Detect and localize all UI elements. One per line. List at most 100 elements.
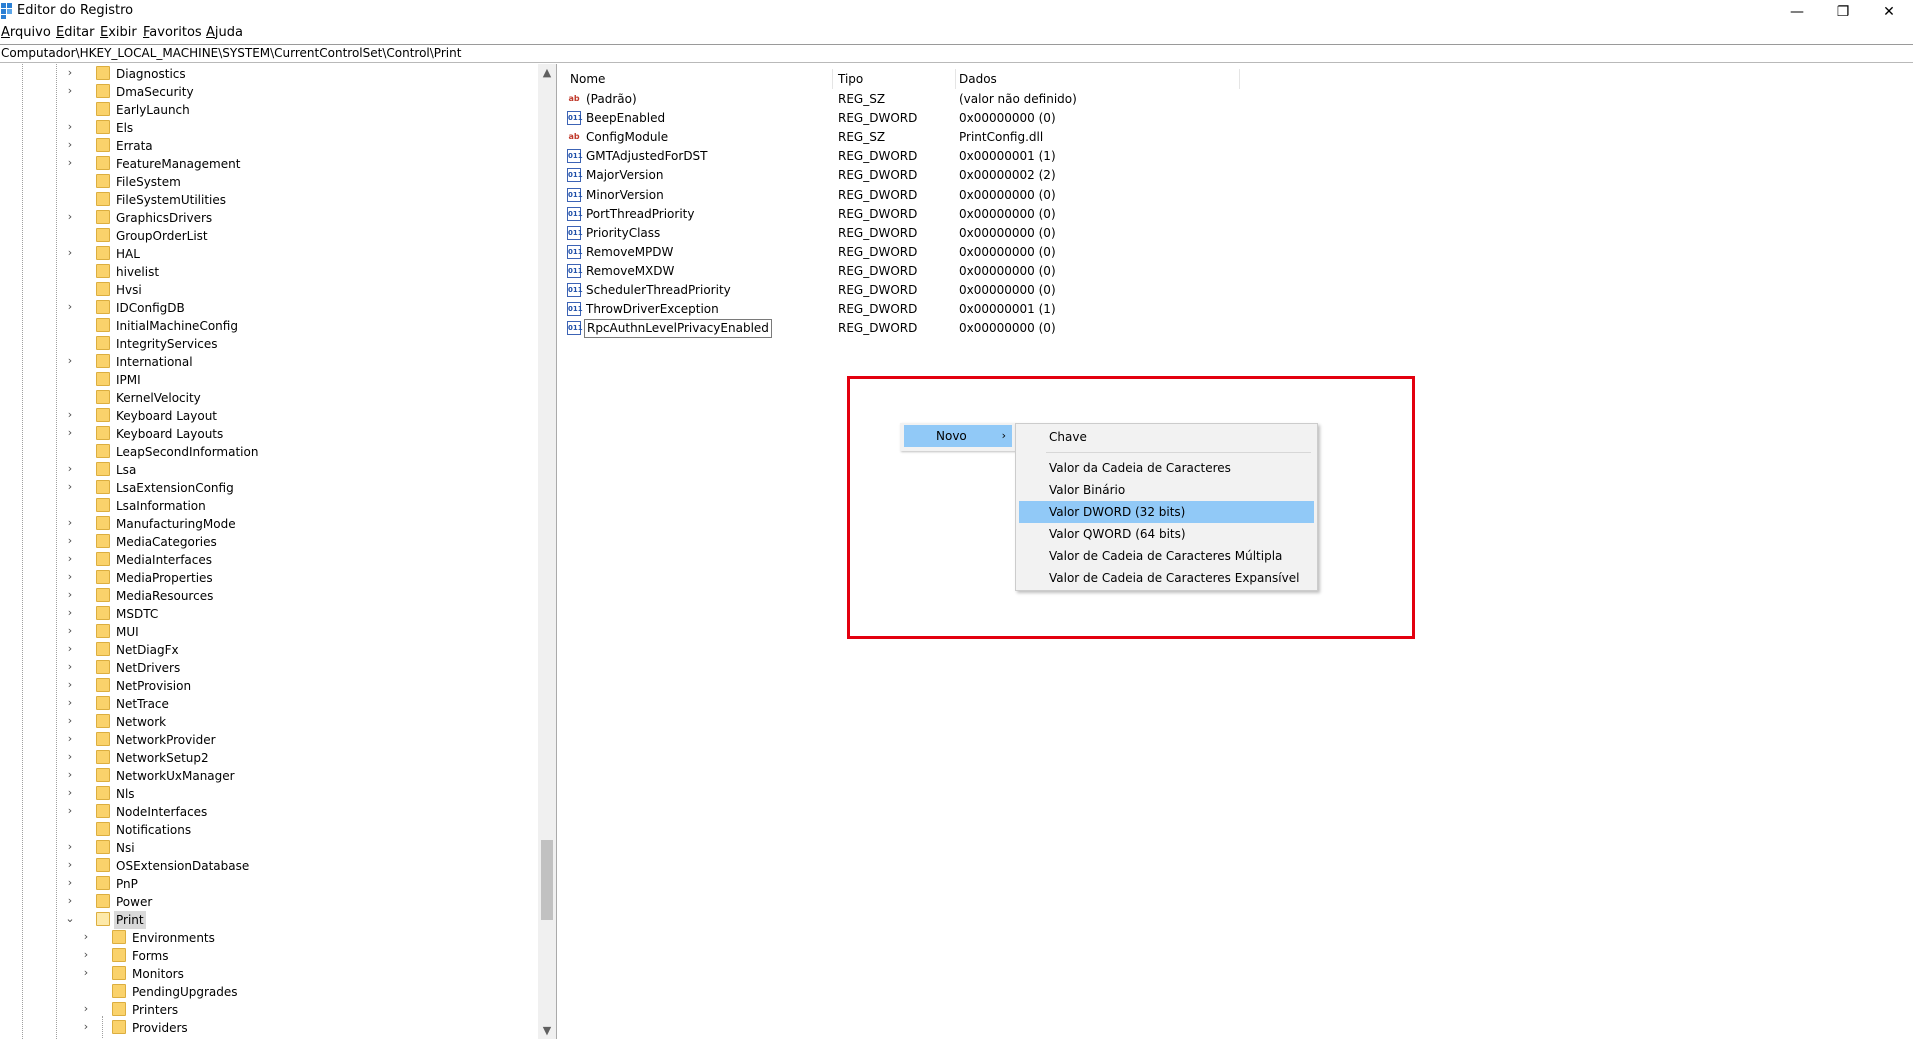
tree-item[interactable]: › FeatureManagement <box>0 155 530 173</box>
scroll-up-arrow-icon[interactable]: ▲ <box>538 64 556 81</box>
chevron-right-icon[interactable]: › <box>64 840 76 854</box>
tree-item[interactable]: › Els <box>0 119 530 137</box>
tree-item[interactable]: › Nls <box>0 785 530 803</box>
tree-item[interactable]: › MediaInterfaces <box>0 551 530 569</box>
tree-item[interactable]: › NetworkSetup2 <box>0 749 530 767</box>
chevron-right-icon[interactable]: › <box>64 624 76 638</box>
tree-item[interactable]: › MUI <box>0 623 530 641</box>
tree-item[interactable]: › Monitors <box>0 965 530 983</box>
value-row[interactable]: 011 SchedulerThreadPriority REG_DWORD 0x000… <box>563 281 1263 300</box>
column-divider[interactable] <box>955 69 956 89</box>
chevron-right-icon[interactable]: › <box>64 408 76 422</box>
value-row[interactable]: 011 PriorityClass REG_DWORD 0x00000000 (0) <box>563 224 1263 243</box>
chevron-right-icon[interactable]: › <box>64 138 76 152</box>
tree-item[interactable]: › IDConfigDB <box>0 299 530 317</box>
tree-item[interactable]: ⌄ Print <box>0 911 530 929</box>
submenu-item-qword-value[interactable]: Valor QWORD (64 bits) <box>1019 523 1314 545</box>
column-header-type[interactable]: Tipo <box>838 68 863 90</box>
value-row[interactable]: 011 RpcAuthnLevelPrivacyEnabled REG_DWORD 0… <box>563 319 1263 339</box>
chevron-right-icon[interactable]: › <box>64 858 76 872</box>
value-row[interactable]: ab ConfigModule REG_SZ PrintConfig.dll <box>563 128 1263 147</box>
submenu-item-dword-value[interactable]: Valor DWORD (32 bits) <box>1019 501 1314 523</box>
scroll-thumb[interactable] <box>541 840 553 920</box>
menu-arquivo[interactable]: Arquivo <box>1 25 51 40</box>
chevron-right-icon[interactable]: › <box>64 516 76 530</box>
menu-favoritos[interactable]: Favoritos <box>143 25 202 40</box>
chevron-right-icon[interactable]: › <box>64 246 76 260</box>
value-name-edit-field[interactable]: RpcAuthnLevelPrivacyEnabled <box>584 319 772 339</box>
chevron-right-icon[interactable]: › <box>64 732 76 746</box>
column-header-name[interactable]: Nome <box>570 68 605 90</box>
chevron-right-icon[interactable]: › <box>80 1002 92 1016</box>
close-button[interactable]: ✕ <box>1866 0 1912 24</box>
tree-item[interactable]: LsaInformation <box>0 497 530 515</box>
menu-editar[interactable]: Editar <box>56 25 95 40</box>
chevron-right-icon[interactable]: › <box>64 660 76 674</box>
column-divider[interactable] <box>832 69 833 89</box>
tree-item[interactable]: IntegrityServices <box>0 335 530 353</box>
value-row[interactable]: 011 BeepEnabled REG_DWORD 0x00000000 (0) <box>563 109 1263 128</box>
context-menu-item-novo[interactable]: Novo › <box>904 425 1012 447</box>
submenu-item-chave[interactable]: Chave <box>1019 426 1314 448</box>
minimize-button[interactable]: — <box>1774 0 1820 24</box>
chevron-down-icon[interactable]: ⌄ <box>64 912 76 926</box>
tree-item[interactable]: FileSystem <box>0 173 530 191</box>
tree-item[interactable]: › NodeInterfaces <box>0 803 530 821</box>
value-row[interactable]: ab (Padrão) REG_SZ (valor não definido) <box>563 90 1263 109</box>
tree-item[interactable]: InitialMachineConfig <box>0 317 530 335</box>
tree-item[interactable]: › ManufacturingMode <box>0 515 530 533</box>
chevron-right-icon[interactable]: › <box>64 894 76 908</box>
tree-item[interactable]: › PnP <box>0 875 530 893</box>
submenu-item-binary-value[interactable]: Valor Binário <box>1019 479 1314 501</box>
tree-item[interactable]: Hvsi <box>0 281 530 299</box>
tree-item[interactable]: PendingUpgrades <box>0 983 530 1001</box>
column-header-data[interactable]: Dados <box>959 68 997 90</box>
tree-item[interactable]: › Providers <box>0 1019 530 1037</box>
tree-item[interactable]: Notifications <box>0 821 530 839</box>
tree-item[interactable]: › NetDiagFx <box>0 641 530 659</box>
tree-item[interactable]: › Errata <box>0 137 530 155</box>
tree-item[interactable]: › NetworkUxManager <box>0 767 530 785</box>
value-row[interactable]: 011 ThrowDriverException REG_DWORD 0x000000… <box>563 300 1263 319</box>
chevron-right-icon[interactable]: › <box>64 480 76 494</box>
chevron-right-icon[interactable]: › <box>64 426 76 440</box>
tree-item[interactable]: › MediaResources <box>0 587 530 605</box>
chevron-right-icon[interactable]: › <box>64 120 76 134</box>
chevron-right-icon[interactable]: › <box>80 1020 92 1034</box>
chevron-right-icon[interactable]: › <box>64 210 76 224</box>
chevron-right-icon[interactable]: › <box>64 642 76 656</box>
tree-item[interactable]: › Nsi <box>0 839 530 857</box>
tree-item[interactable]: LeapSecondInformation <box>0 443 530 461</box>
value-row[interactable]: 011 MajorVersion REG_DWORD 0x00000002 (2) <box>563 166 1263 185</box>
tree-item[interactable]: › DmaSecurity <box>0 83 530 101</box>
value-row[interactable]: 011 GMTAdjustedForDST REG_DWORD 0x00000001 … <box>563 147 1263 166</box>
tree-item[interactable]: FileSystemUtilities <box>0 191 530 209</box>
tree-item[interactable]: › OSExtensionDatabase <box>0 857 530 875</box>
tree-item[interactable]: › NetTrace <box>0 695 530 713</box>
tree-item[interactable]: › MediaProperties <box>0 569 530 587</box>
tree-item[interactable]: › Power <box>0 893 530 911</box>
tree-item[interactable]: › MSDTC <box>0 605 530 623</box>
tree-item[interactable]: › LsaExtensionConfig <box>0 479 530 497</box>
tree-item[interactable]: › GraphicsDrivers <box>0 209 530 227</box>
chevron-right-icon[interactable]: › <box>64 156 76 170</box>
tree-item[interactable]: › International <box>0 353 530 371</box>
restore-button[interactable]: ❐ <box>1820 0 1866 24</box>
tree-item[interactable]: KernelVelocity <box>0 389 530 407</box>
value-row[interactable]: 011 RemoveMPDW REG_DWORD 0x00000000 (0) <box>563 243 1263 262</box>
chevron-right-icon[interactable]: › <box>64 876 76 890</box>
tree-item[interactable]: hivelist <box>0 263 530 281</box>
tree-item[interactable]: › Environments <box>0 929 530 947</box>
tree-item[interactable]: IPMI <box>0 371 530 389</box>
tree-item[interactable]: › MediaCategories <box>0 533 530 551</box>
tree-item[interactable]: › NetProvision <box>0 677 530 695</box>
chevron-right-icon[interactable]: › <box>80 966 92 980</box>
submenu-item-expandable-string-value[interactable]: Valor de Cadeia de Caracteres Expansível <box>1019 567 1314 589</box>
scroll-down-arrow-icon[interactable]: ▼ <box>538 1022 556 1039</box>
submenu-item-string-value[interactable]: Valor da Cadeia de Caracteres <box>1019 457 1314 479</box>
chevron-right-icon[interactable]: › <box>64 84 76 98</box>
chevron-right-icon[interactable]: › <box>64 714 76 728</box>
chevron-right-icon[interactable]: › <box>64 606 76 620</box>
menu-ajuda[interactable]: Ajuda <box>206 25 243 40</box>
tree-item[interactable]: › Keyboard Layout <box>0 407 530 425</box>
